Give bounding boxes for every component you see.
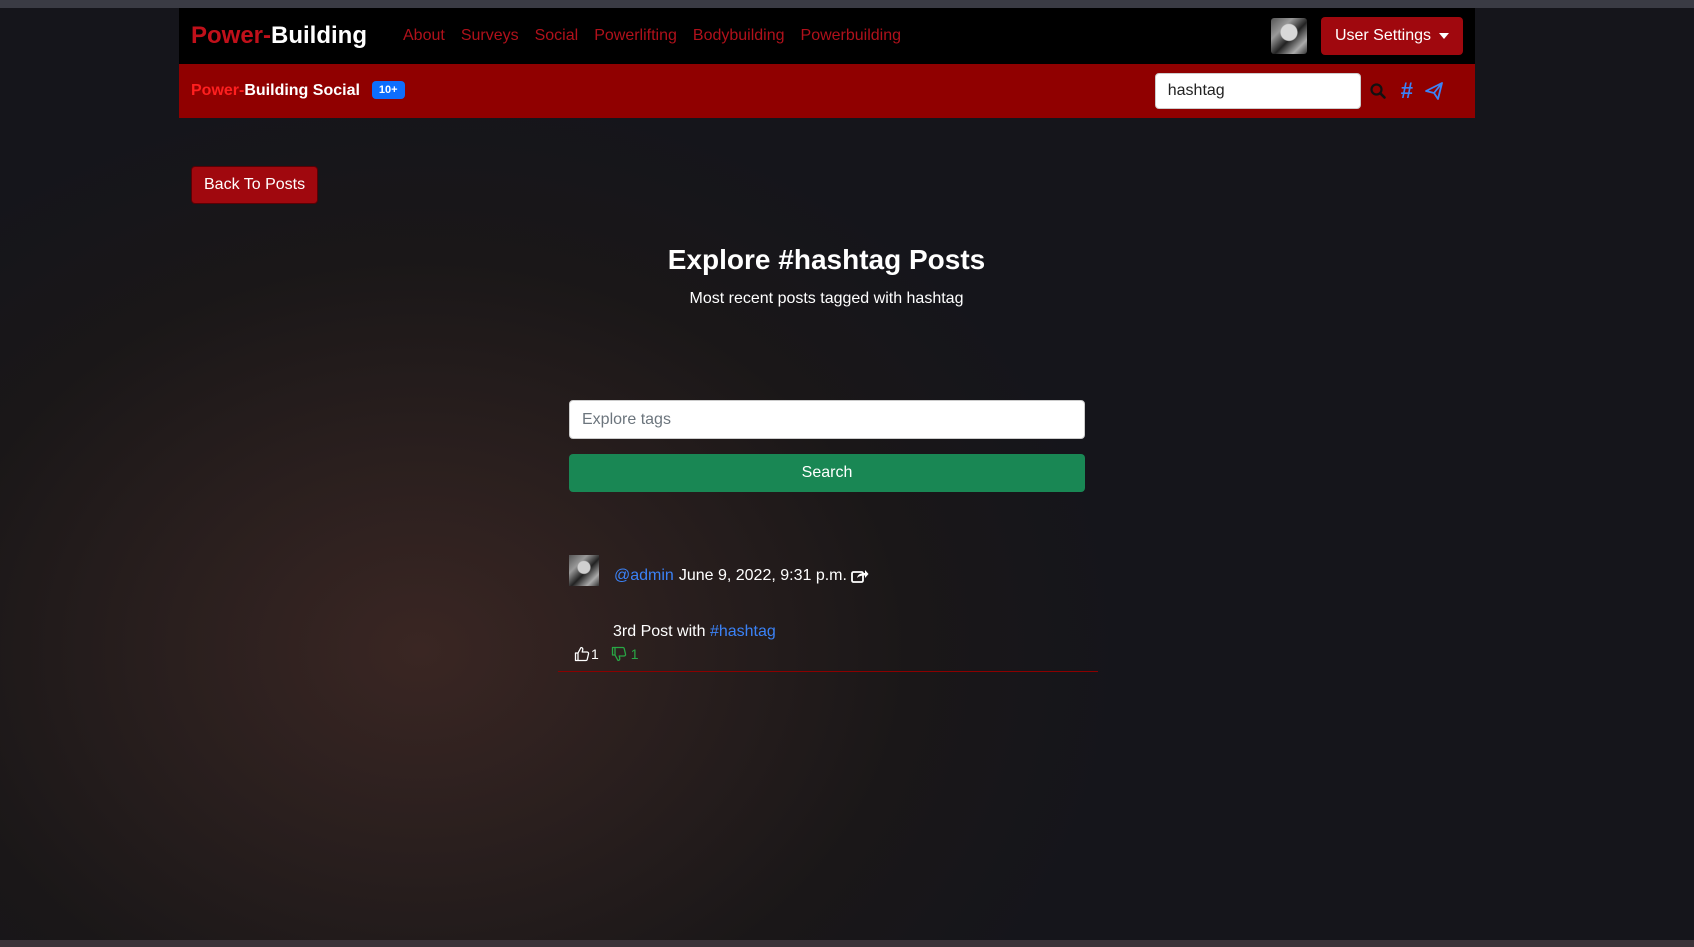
caret-down-icon — [1439, 33, 1449, 39]
nav-link-powerbuilding[interactable]: Powerbuilding — [793, 27, 910, 45]
like-count: 1 — [591, 646, 599, 662]
nav-link-social[interactable]: Social — [527, 27, 587, 45]
search-button[interactable]: Search — [569, 454, 1085, 492]
page-subtitle: Most recent posts tagged with hashtag — [689, 290, 964, 307]
thumbs-down-icon[interactable] — [611, 646, 627, 662]
notification-badge[interactable]: 10+ — [371, 81, 405, 99]
brand-white-part: Building — [271, 22, 367, 49]
user-settings-button[interactable]: User Settings — [1320, 17, 1463, 55]
post-item: @admin June 9, 2022, 9:31 p.m. 3rd Post … — [558, 555, 1098, 672]
social-subbar: Power-Building Social 10+ # — [179, 64, 1475, 118]
subbar-right: # — [1154, 73, 1451, 109]
nav-link-surveys[interactable]: Surveys — [453, 27, 527, 45]
nav-link-about[interactable]: About — [395, 27, 453, 45]
post-actions: 1 1 — [574, 646, 639, 662]
nav-link-bodybuilding[interactable]: Bodybuilding — [685, 27, 793, 45]
search-icon[interactable] — [1361, 73, 1395, 109]
browser-bottom-strip — [0, 940, 1694, 947]
hashtag-search-input[interactable] — [1154, 73, 1361, 109]
back-to-posts-button[interactable]: Back To Posts — [191, 166, 319, 204]
post-author-handle[interactable]: @admin — [614, 567, 674, 585]
main-navbar: Power-Building About Surveys Social Powe… — [179, 8, 1475, 64]
brand-red-part: Power- — [191, 22, 272, 49]
nav-links: About Surveys Social Powerlifting Bodybu… — [395, 27, 909, 45]
social-brand-white-part: Building Social — [244, 82, 360, 99]
page-title: Explore #hashtag Posts — [667, 244, 986, 275]
browser-top-strip — [0, 0, 1694, 8]
post-body: 3rd Post with #hashtag — [613, 623, 776, 641]
explore-tags-input[interactable] — [569, 400, 1085, 439]
social-brand[interactable]: Power-Building Social — [191, 82, 360, 100]
post-hashtag-link[interactable]: #hashtag — [710, 623, 776, 640]
send-icon[interactable] — [1417, 73, 1451, 109]
brand-logo[interactable]: Power-Building — [191, 22, 367, 50]
user-settings-label: User Settings — [1334, 27, 1431, 44]
nav-link-powerlifting[interactable]: Powerlifting — [586, 27, 685, 45]
post-text: 3rd Post with — [613, 623, 710, 640]
post-author-avatar[interactable] — [569, 555, 599, 586]
nav-right: User Settings — [1270, 17, 1463, 55]
user-avatar[interactable] — [1270, 18, 1307, 54]
hash-icon[interactable]: # — [1401, 78, 1413, 104]
dislike-count: 1 — [630, 646, 639, 662]
social-brand-red-part: Power- — [191, 82, 245, 99]
post-meta: @admin June 9, 2022, 9:31 p.m. — [614, 567, 869, 585]
post-timestamp: June 9, 2022, 9:31 p.m. — [678, 567, 847, 584]
share-icon[interactable] — [851, 568, 869, 584]
thumbs-up-icon[interactable] — [574, 646, 590, 662]
